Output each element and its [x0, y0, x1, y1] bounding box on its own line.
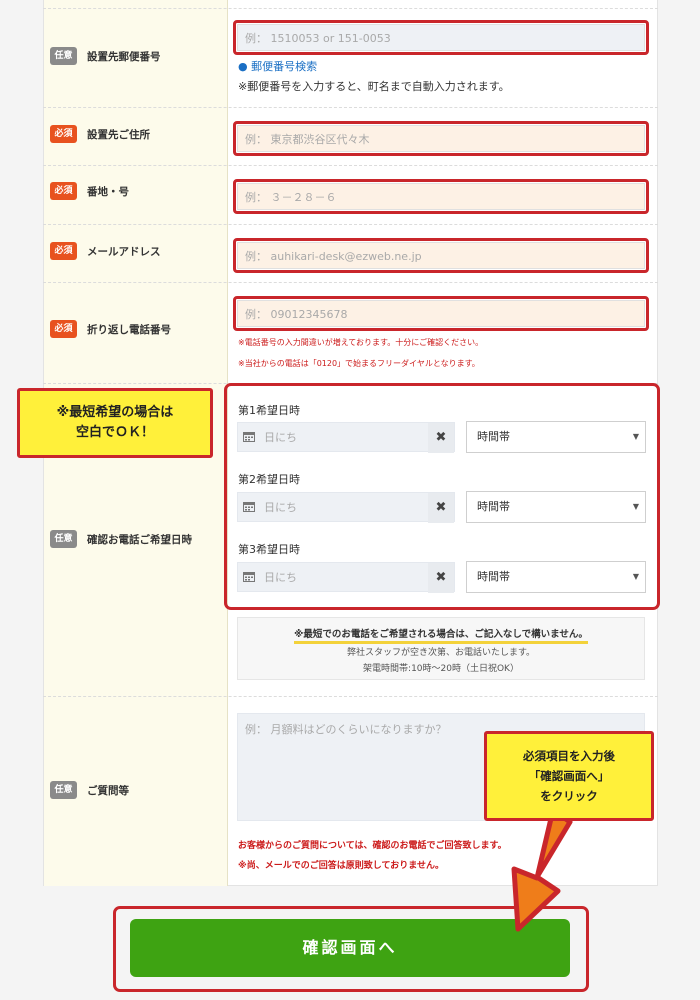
chevron-down-icon: ▼ — [632, 572, 639, 581]
chevron-down-icon: ▼ — [632, 432, 639, 441]
optional-badge: 任意 — [50, 47, 77, 65]
postal-search-link[interactable]: ● 郵便番号検索 — [238, 58, 317, 74]
slot-3-date-input[interactable]: 日にち ✖ — [237, 562, 455, 593]
schedule-label: 確認お電話ご希望日時 — [87, 534, 192, 546]
time-select-value: 時間帯 — [477, 570, 510, 583]
question-note-1: お客様からのご質問については、確認のお電話でご回答致します。 — [238, 841, 507, 851]
callout-line: 空白でＯＫ！ — [75, 425, 154, 440]
phone-label: 折り返し電話番号 — [87, 324, 171, 336]
phone-input[interactable]: 例： 09012345678 — [237, 300, 645, 327]
clear-icon[interactable]: ✖ — [428, 563, 454, 593]
callout-line: 「確認画面へ」 — [528, 769, 610, 783]
schedule-info-box: ※最短でのお電話をご希望される場合は、ご記入なしで構いません。 弊社スタッフが空… — [237, 617, 645, 680]
form-page: 任意 設置先郵便番号 例： 1510053 or 151-0053 ● 郵便番号… — [0, 0, 700, 1000]
slot-2-date-input[interactable]: 日にち ✖ — [237, 492, 455, 523]
instruction-callout: 必須項目を入力後 「確認画面へ」 をクリック — [484, 731, 654, 821]
required-badge: 必須 — [50, 125, 77, 143]
required-badge: 必須 — [50, 242, 77, 260]
time-select-value: 時間帯 — [477, 430, 510, 443]
postal-label: 設置先郵便番号 — [87, 51, 161, 63]
question-note-2: ※尚、メールでのご回答は原則致しておりません。 — [238, 861, 444, 871]
hint-callout: ※最短希望の場合は 空白でＯＫ！ — [17, 388, 213, 458]
postal-input[interactable]: 例： 1510053 or 151-0053 — [237, 24, 645, 51]
date-placeholder: 日にち — [264, 431, 297, 444]
slot-3-time-select[interactable]: 時間帯 ▼ — [466, 561, 646, 593]
optional-badge: 任意 — [50, 530, 77, 548]
email-input[interactable]: 例： auhikari-desk@ezweb.ne.jp — [237, 242, 645, 269]
slot-2-time-select[interactable]: 時間帯 ▼ — [466, 491, 646, 523]
clear-icon[interactable]: ✖ — [428, 493, 454, 523]
callout-line: 必須項目を入力後 — [523, 749, 615, 763]
chevron-down-icon: ▼ — [632, 502, 639, 511]
info-highlight-text: ※最短でのお電話をご希望される場合は、ご記入なしで構いません。 — [294, 629, 588, 644]
optional-badge: 任意 — [50, 781, 77, 799]
phone-note-1: ※電話番号の入力間違いが増えております。十分にご確認ください。 — [238, 338, 484, 347]
time-select-value: 時間帯 — [477, 500, 510, 513]
callout-line: ※最短希望の場合は — [56, 405, 174, 420]
email-label: メールアドレス — [87, 246, 161, 258]
info-line-3: 架電時間帯:10時～20時（土日祝OK） — [363, 664, 519, 674]
slot-1-time-select[interactable]: 時間帯 ▼ — [466, 421, 646, 453]
row-divider — [43, 107, 658, 108]
row-divider — [43, 165, 658, 166]
question-label: ご質問等 — [87, 785, 129, 797]
bullet-icon: ● — [238, 60, 248, 73]
slot-2-label: 第2希望日時 — [238, 473, 300, 486]
calendar-icon — [243, 502, 255, 512]
calendar-icon — [243, 572, 255, 582]
required-badge: 必須 — [50, 320, 77, 338]
postal-search-text: 郵便番号検索 — [251, 60, 318, 73]
address-label: 設置先ご住所 — [87, 129, 150, 141]
row-divider — [43, 282, 658, 283]
info-line-2: 弊社スタッフが空き次第、お電話いたします。 — [346, 648, 536, 658]
required-badge: 必須 — [50, 182, 77, 200]
date-placeholder: 日にち — [264, 571, 297, 584]
date-placeholder: 日にち — [264, 501, 297, 514]
phone-note-2: ※当社からの電話は「0120」で始まるフリーダイヤルとなります。 — [238, 359, 480, 368]
clear-icon[interactable]: ✖ — [428, 423, 454, 453]
address-input[interactable]: 例： 東京都渋谷区代々木 — [237, 125, 645, 152]
row-divider — [43, 8, 658, 9]
slot-1-label: 第1希望日時 — [238, 404, 300, 417]
slot-1-date-input[interactable]: 日にち ✖ — [237, 422, 455, 453]
postal-note: ※郵便番号を入力すると、町名まで自動入力されます。 — [238, 80, 510, 93]
row-divider — [43, 224, 658, 225]
calendar-icon — [243, 432, 255, 442]
slot-3-label: 第3希望日時 — [238, 543, 300, 556]
confirm-button[interactable]: 確認画面へ — [130, 919, 570, 977]
info-line-1: ※最短でのお電話をご希望される場合は、ご記入なしで構いません。 — [238, 626, 644, 644]
row-divider — [43, 696, 658, 697]
banchi-label: 番地・号 — [87, 186, 129, 198]
callout-line: をクリック — [540, 789, 598, 803]
banchi-input[interactable]: 例： ３－２８－６ — [237, 183, 645, 210]
